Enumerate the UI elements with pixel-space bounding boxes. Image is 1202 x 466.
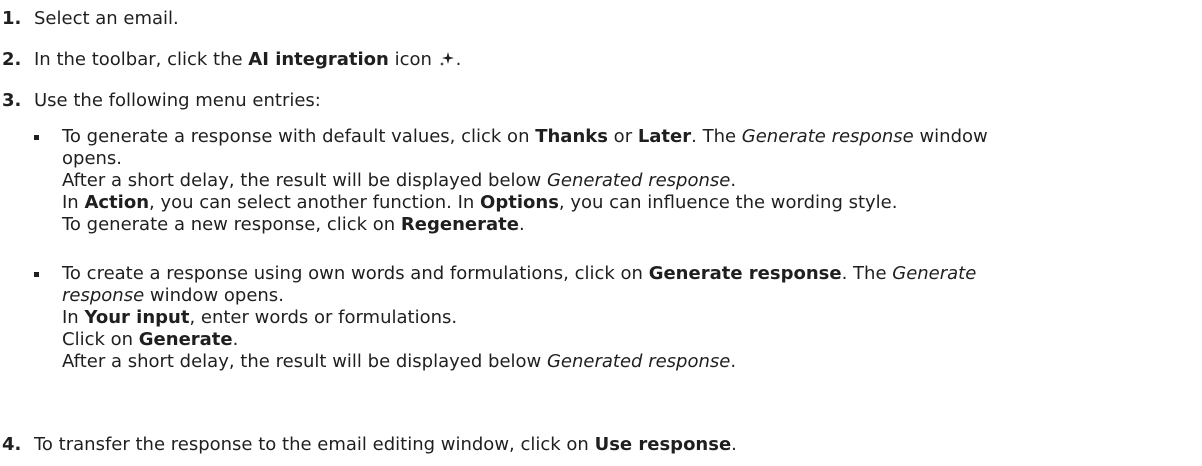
bullet-body: To create a response using own words and… <box>62 263 977 372</box>
bullet-body: To generate a response with default valu… <box>62 126 988 235</box>
bullet-marker <box>34 272 39 277</box>
step-number: 4. <box>2 434 22 455</box>
instructions-document: 1. Select an email. 2. In the toolbar, c… <box>0 0 1202 466</box>
step-number: 3. <box>2 90 22 111</box>
step-number: 2. <box>2 49 22 70</box>
bullet-marker <box>34 135 39 140</box>
step-text: In the toolbar, click the AI integration… <box>34 49 462 70</box>
ai-sparkle-icon <box>439 52 454 66</box>
step-text: Select an email. <box>34 8 179 29</box>
step-number: 1. <box>2 8 22 29</box>
ui-term: Use response <box>594 434 732 455</box>
ui-term: AI integration <box>248 49 389 70</box>
step-text: To transfer the response to the email ed… <box>34 434 737 455</box>
step-text: Use the following menu entries: <box>34 90 321 111</box>
